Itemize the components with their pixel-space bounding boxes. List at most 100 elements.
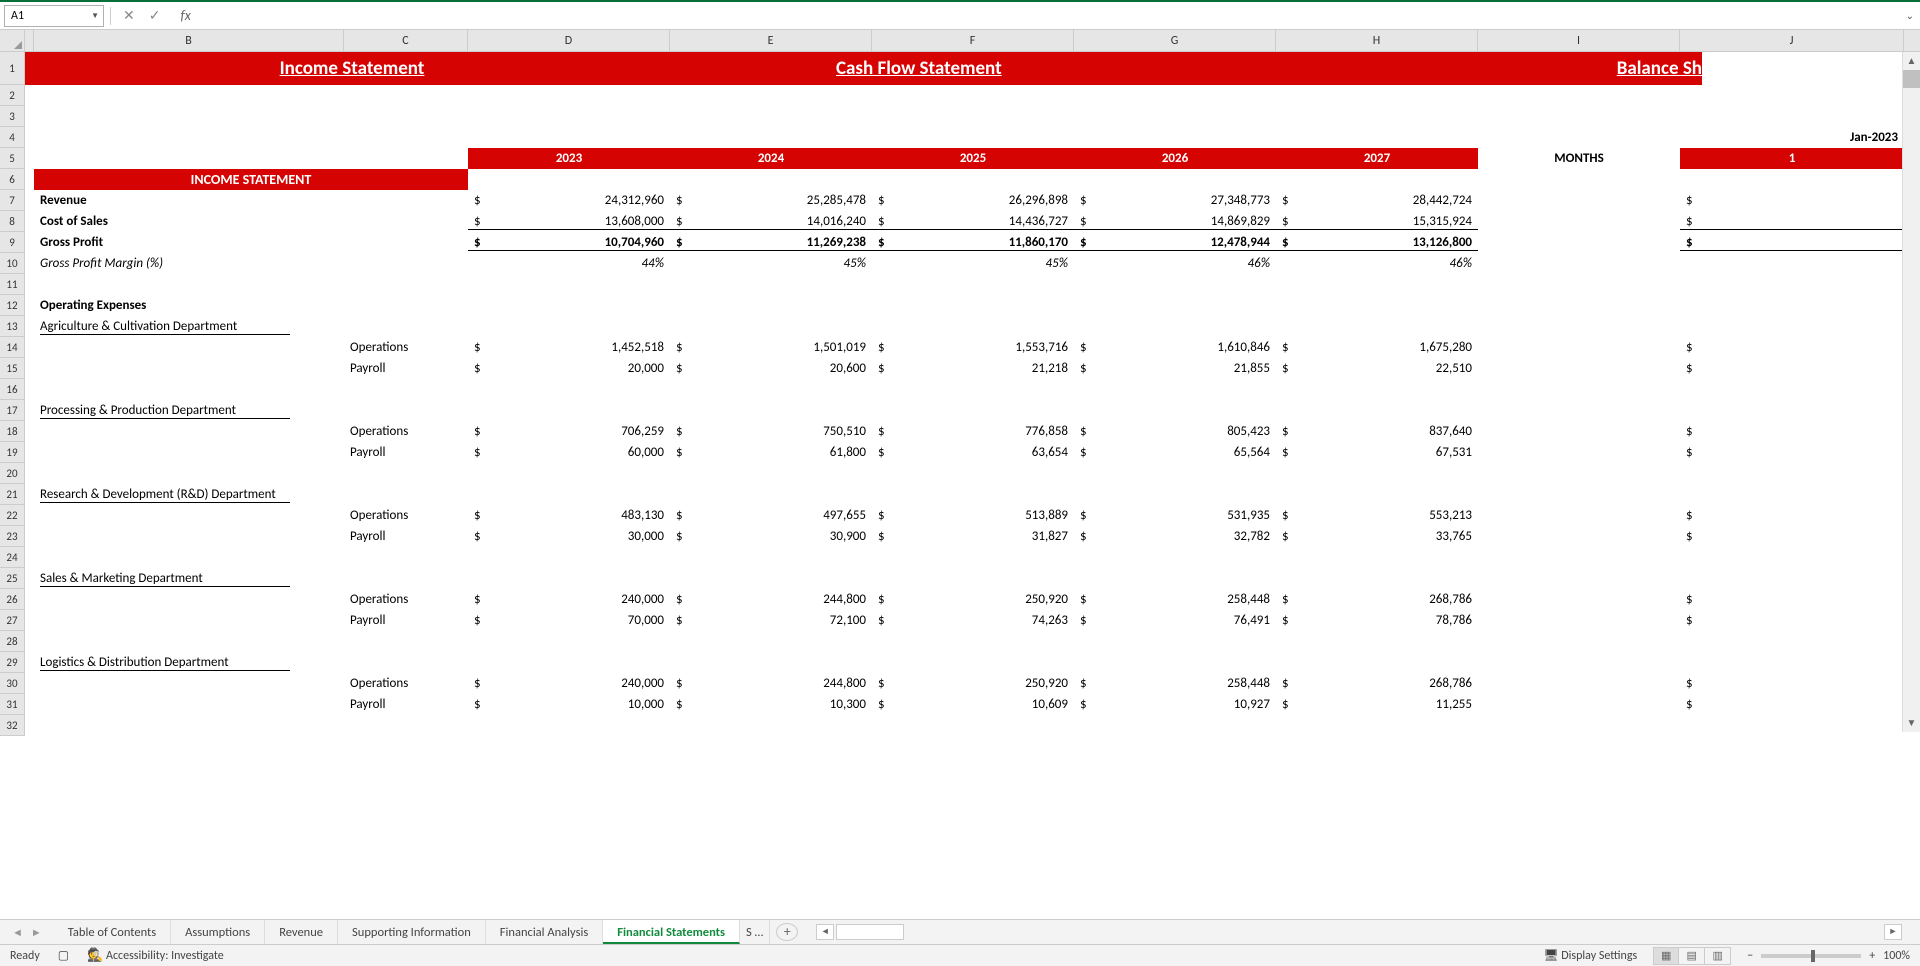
cell[interactable]: $14,869,829 <box>1074 214 1276 230</box>
cell[interactable]: $60,000 <box>468 445 670 460</box>
row-header[interactable]: 7 <box>0 190 25 211</box>
month-col-header[interactable]: 1 <box>1680 148 1904 169</box>
cell[interactable]: $ <box>1680 193 1904 208</box>
row-header[interactable]: 20 <box>0 463 25 484</box>
row-header[interactable]: 25 <box>0 568 25 589</box>
cells-area[interactable]: Income Statement Cash Flow Statement Bal… <box>25 52 1920 736</box>
cell[interactable]: $268,786 <box>1276 592 1478 607</box>
cell[interactable]: $78,786 <box>1276 613 1478 628</box>
row-header[interactable]: 27 <box>0 610 25 631</box>
row-header[interactable]: 4 <box>0 127 25 148</box>
row-header[interactable]: 2 <box>0 85 25 106</box>
income-statement-section-header[interactable]: INCOME STATEMENT <box>34 169 468 190</box>
cell[interactable]: $ <box>1680 340 1904 355</box>
select-all-button[interactable] <box>0 30 25 51</box>
cell[interactable]: $30,000 <box>468 529 670 544</box>
sheet-tab[interactable]: Table of Contents <box>54 920 171 944</box>
cell[interactable]: $ <box>1680 529 1904 544</box>
row-header[interactable]: 16 <box>0 379 25 400</box>
sheet-tab[interactable]: Financial Analysis <box>486 920 603 944</box>
col-header-H[interactable]: H <box>1276 30 1478 51</box>
cell[interactable]: $ <box>1680 361 1904 376</box>
cell[interactable]: $10,000 <box>468 697 670 712</box>
sheet-tab[interactable]: Supporting Information <box>338 920 486 944</box>
row-header[interactable]: 29 <box>0 652 25 673</box>
row-header[interactable]: 1 <box>0 52 25 85</box>
cancel-icon[interactable]: ✕ <box>123 7 135 24</box>
cell[interactable]: $483,130 <box>468 508 670 523</box>
row-label[interactable]: Gross Profit Margin (%) <box>34 256 344 271</box>
cell[interactable]: $21,218 <box>872 361 1074 376</box>
cell[interactable]: $240,000 <box>468 592 670 607</box>
zoom-level[interactable]: 100% <box>1883 949 1910 963</box>
row-header[interactable]: 15 <box>0 358 25 379</box>
horizontal-scrollbar-left[interactable]: ◄ <box>816 924 904 940</box>
page-layout-view-button[interactable]: ▤ <box>1679 947 1705 965</box>
zoom-slider[interactable] <box>1761 954 1861 958</box>
row-label[interactable]: Operations <box>344 592 468 607</box>
balance-sheet-link[interactable]: Balance Sh <box>1478 52 1702 85</box>
cell[interactable]: $70,000 <box>468 613 670 628</box>
dept-label[interactable]: Agriculture & Cultivation Department <box>34 319 344 335</box>
col-header-G[interactable]: G <box>1074 30 1276 51</box>
scroll-down-icon[interactable]: ▼ <box>1903 714 1920 732</box>
cell[interactable]: $ <box>1680 445 1904 460</box>
col-header-A[interactable] <box>25 30 34 51</box>
row-label[interactable]: Revenue <box>34 193 344 208</box>
chevron-down-icon[interactable]: ▼ <box>91 11 99 21</box>
row-header[interactable]: 13 <box>0 316 25 337</box>
scrollbar-thumb[interactable] <box>1903 70 1920 88</box>
sheet-tab[interactable]: Assumptions <box>171 920 265 944</box>
row-header[interactable]: 3 <box>0 106 25 127</box>
row-header[interactable]: 28 <box>0 631 25 652</box>
row-label[interactable]: Operating Expenses <box>34 298 344 313</box>
cell[interactable]: $ <box>1680 235 1904 251</box>
row-header[interactable]: 5 <box>0 148 25 169</box>
row-header[interactable]: 8 <box>0 211 25 232</box>
cell[interactable]: $250,920 <box>872 676 1074 691</box>
row-label[interactable]: Payroll <box>344 529 468 544</box>
cell[interactable]: $11,860,170 <box>872 235 1074 251</box>
row-header[interactable]: 18 <box>0 421 25 442</box>
row-header[interactable]: 14 <box>0 337 25 358</box>
cell[interactable]: $20,000 <box>468 361 670 376</box>
cell[interactable]: $65,564 <box>1074 445 1276 460</box>
cell[interactable]: 44% <box>468 256 670 271</box>
income-statement-link[interactable]: Income Statement <box>34 52 670 85</box>
cell[interactable]: $1,610,846 <box>1074 340 1276 355</box>
col-header-E[interactable]: E <box>670 30 872 51</box>
accessibility-status[interactable]: 🕵 Accessibility: Investigate <box>87 948 224 963</box>
cell[interactable]: $244,800 <box>670 676 872 691</box>
cell[interactable]: $15,315,924 <box>1276 214 1478 230</box>
cell[interactable]: $33,765 <box>1276 529 1478 544</box>
row-header[interactable]: 23 <box>0 526 25 547</box>
row-header[interactable]: 12 <box>0 295 25 316</box>
cell[interactable]: $ <box>1680 508 1904 523</box>
name-box[interactable]: A1 ▼ <box>4 5 104 27</box>
cell[interactable] <box>25 52 34 85</box>
row-header[interactable]: 11 <box>0 274 25 295</box>
zoom-out-button[interactable]: − <box>1747 949 1753 963</box>
display-settings-button[interactable]: 🖥 Display Settings <box>1543 948 1637 963</box>
dept-label[interactable]: Logistics & Distribution Department <box>34 655 344 671</box>
cell[interactable]: $ <box>1680 424 1904 439</box>
cell[interactable]: $ <box>1680 697 1904 712</box>
accept-icon[interactable]: ✓ <box>149 7 161 24</box>
row-label[interactable]: Operations <box>344 508 468 523</box>
row-label[interactable]: Payroll <box>344 613 468 628</box>
row-label[interactable]: Payroll <box>344 445 468 460</box>
cell[interactable]: $12,478,944 <box>1074 235 1276 251</box>
cell[interactable]: $240,000 <box>468 676 670 691</box>
row-label[interactable]: Operations <box>344 340 468 355</box>
cell[interactable]: 46% <box>1074 256 1276 271</box>
dept-label[interactable]: Processing & Production Department <box>34 403 344 419</box>
cell[interactable]: $31,827 <box>872 529 1074 544</box>
col-header-J[interactable]: J <box>1680 30 1904 51</box>
row-header[interactable]: 22 <box>0 505 25 526</box>
cell[interactable]: $ <box>1680 592 1904 607</box>
cell[interactable]: $10,927 <box>1074 697 1276 712</box>
cell[interactable]: $67,531 <box>1276 445 1478 460</box>
cell[interactable]: $1,452,518 <box>468 340 670 355</box>
row-label[interactable]: Payroll <box>344 697 468 712</box>
sheet-tab[interactable]: Financial Statements <box>603 920 740 944</box>
